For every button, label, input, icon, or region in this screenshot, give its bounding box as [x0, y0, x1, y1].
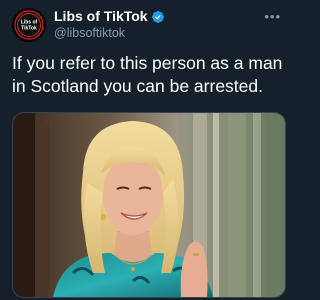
- author-names: Libs of TikTok @libsoftiktok: [54, 8, 165, 42]
- tweet-photo[interactable]: [12, 112, 286, 298]
- photo-illustration: [13, 113, 285, 297]
- more-options-icon[interactable]: •••: [264, 9, 281, 24]
- tweet-text: If you refer to this person as a man in …: [12, 53, 283, 96]
- tweet-header: Libs of TikTok Libs of TikTok @libsoftik…: [12, 7, 285, 43]
- svg-text:TikTok: TikTok: [21, 26, 37, 32]
- verified-badge-icon: [151, 10, 164, 23]
- avatar-logo: Libs of TikTok: [13, 9, 45, 41]
- author-handle[interactable]: @libsoftiktok: [54, 25, 165, 42]
- avatar[interactable]: Libs of TikTok: [12, 8, 46, 42]
- display-name[interactable]: Libs of TikTok: [54, 8, 148, 25]
- author-name-row[interactable]: Libs of TikTok: [54, 8, 165, 25]
